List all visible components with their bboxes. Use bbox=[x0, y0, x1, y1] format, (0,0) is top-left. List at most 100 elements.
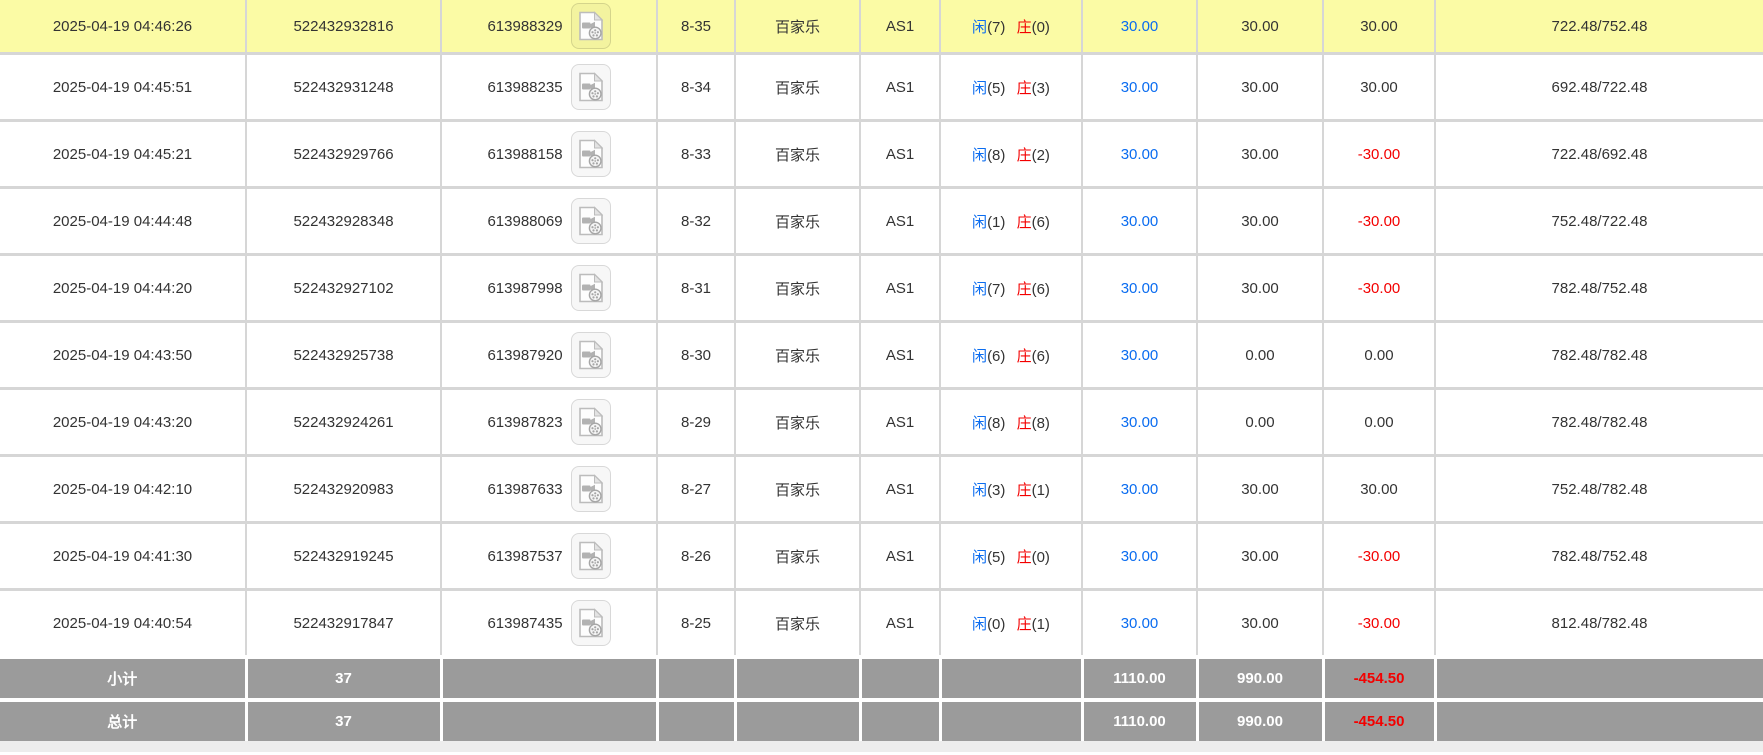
video-replay-button[interactable] bbox=[570, 3, 611, 49]
round-id: 613988069 bbox=[487, 212, 563, 230]
video-replay-button[interactable] bbox=[570, 198, 611, 244]
round-id-group: 613987435 bbox=[487, 600, 611, 646]
round-cell: 613987823 bbox=[441, 388, 658, 457]
valid-amount: 30.00 bbox=[1197, 455, 1324, 524]
round-id-group: 613988329 bbox=[487, 3, 611, 49]
banker-label: 庄 bbox=[1016, 18, 1032, 36]
bet-amount-link[interactable]: 30.00 bbox=[1082, 53, 1198, 122]
round-id-group: 613987823 bbox=[487, 399, 611, 445]
bet-history-table: 2025-04-19 04:46:26 522432932816 6139883… bbox=[0, 0, 1763, 741]
bet-time: 2025-04-19 04:43:20 bbox=[0, 388, 247, 457]
player-score: (6) bbox=[987, 347, 1006, 365]
valid-amount: 30.00 bbox=[1197, 589, 1324, 659]
round-id: 613987435 bbox=[487, 614, 563, 632]
round-cell: 613987435 bbox=[441, 589, 658, 659]
player-score: (8) bbox=[987, 146, 1006, 164]
empty-cell bbox=[657, 655, 737, 700]
video-replay-button[interactable] bbox=[570, 332, 611, 378]
bet-amount-link[interactable]: 30.00 bbox=[1082, 455, 1198, 524]
bet-record-row: 2025-04-19 04:43:20 522432924261 6139878… bbox=[0, 388, 1763, 457]
video-replay-button[interactable] bbox=[570, 64, 611, 110]
balance: 752.48/782.48 bbox=[1435, 455, 1763, 524]
bet-amount-link[interactable]: 30.00 bbox=[1082, 187, 1198, 256]
round-id: 613988329 bbox=[487, 17, 563, 35]
bet-history-page: 2025-04-19 04:46:26 522432932816 6139883… bbox=[0, 0, 1763, 752]
round-id-group: 613988235 bbox=[487, 64, 611, 110]
bet-time: 2025-04-19 04:44:20 bbox=[0, 254, 247, 323]
round-id: 613988158 bbox=[487, 145, 563, 163]
video-file-icon bbox=[578, 474, 603, 504]
bet-id: 522432925738 bbox=[246, 321, 442, 390]
game-result: 闲(6) 庄(6) bbox=[940, 321, 1083, 390]
empty-cell bbox=[441, 698, 659, 741]
round-id: 613988235 bbox=[487, 78, 563, 96]
video-replay-button[interactable] bbox=[570, 600, 611, 646]
player-score: (7) bbox=[987, 18, 1006, 36]
player-label: 闲 bbox=[972, 347, 988, 365]
game-result: 闲(0) 庄(1) bbox=[940, 589, 1083, 659]
video-replay-button[interactable] bbox=[570, 533, 611, 579]
page-background-strip bbox=[0, 741, 1763, 752]
empty-cell bbox=[860, 655, 942, 700]
bet-record-row: 2025-04-19 04:45:21 522432929766 6139881… bbox=[0, 120, 1763, 189]
empty-cell bbox=[940, 655, 1084, 700]
balance: 782.48/782.48 bbox=[1435, 388, 1763, 457]
player-label: 闲 bbox=[972, 18, 988, 36]
bet-id: 522432932816 bbox=[246, 0, 442, 55]
round-cell: 613987920 bbox=[441, 321, 658, 390]
bet-id: 522432919245 bbox=[246, 522, 442, 591]
shoe-round: 8-32 bbox=[657, 187, 736, 256]
video-file-icon bbox=[578, 72, 603, 102]
bet-amount-link[interactable]: 30.00 bbox=[1082, 120, 1198, 189]
bet-amount-link[interactable]: 30.00 bbox=[1082, 522, 1198, 591]
video-file-icon bbox=[578, 139, 603, 169]
banker-score: (3) bbox=[1031, 79, 1050, 97]
shoe-round: 8-25 bbox=[657, 589, 736, 659]
player-label: 闲 bbox=[972, 481, 988, 499]
game-name: 百家乐 bbox=[735, 187, 861, 256]
player-score: (5) bbox=[987, 548, 1006, 566]
bet-amount-link[interactable]: 30.00 bbox=[1082, 589, 1198, 659]
video-replay-button[interactable] bbox=[570, 131, 611, 177]
bet-amount-link[interactable]: 30.00 bbox=[1082, 388, 1198, 457]
round-id-group: 613987537 bbox=[487, 533, 611, 579]
table-name: AS1 bbox=[860, 388, 941, 457]
table-name: AS1 bbox=[860, 120, 941, 189]
empty-cell bbox=[860, 698, 942, 741]
bet-amount-link[interactable]: 30.00 bbox=[1082, 321, 1198, 390]
round-cell: 613988069 bbox=[441, 187, 658, 256]
empty-cell bbox=[657, 698, 737, 741]
win-loss: 0.00 bbox=[1323, 321, 1436, 390]
balance: 722.48/752.48 bbox=[1435, 0, 1763, 55]
bet-time: 2025-04-19 04:41:30 bbox=[0, 522, 247, 591]
player-label: 闲 bbox=[972, 280, 988, 298]
empty-cell bbox=[940, 698, 1084, 741]
table-name: AS1 bbox=[860, 254, 941, 323]
bet-record-row: 2025-04-19 04:46:26 522432932816 6139883… bbox=[0, 0, 1763, 55]
win-loss: -30.00 bbox=[1323, 254, 1436, 323]
bet-record-row: 2025-04-19 04:40:54 522432917847 6139874… bbox=[0, 589, 1763, 659]
shoe-round: 8-30 bbox=[657, 321, 736, 390]
video-replay-button[interactable] bbox=[570, 265, 611, 311]
game-name: 百家乐 bbox=[735, 0, 861, 55]
game-name: 百家乐 bbox=[735, 388, 861, 457]
bet-id: 522432927102 bbox=[246, 254, 442, 323]
bet-record-row: 2025-04-19 04:43:50 522432925738 6139879… bbox=[0, 321, 1763, 390]
subtotal-row: 小计 37 1110.00 990.00 -454.50 bbox=[0, 655, 1763, 700]
game-name: 百家乐 bbox=[735, 120, 861, 189]
bet-id: 522432929766 bbox=[246, 120, 442, 189]
valid-amount: 30.00 bbox=[1197, 53, 1324, 122]
table-name: AS1 bbox=[860, 455, 941, 524]
round-id-group: 613987633 bbox=[487, 466, 611, 512]
balance: 782.48/752.48 bbox=[1435, 522, 1763, 591]
game-result: 闲(8) 庄(2) bbox=[940, 120, 1083, 189]
video-replay-button[interactable] bbox=[570, 399, 611, 445]
round-id: 613987920 bbox=[487, 346, 563, 364]
bet-amount-link[interactable]: 30.00 bbox=[1082, 0, 1198, 55]
player-score: (0) bbox=[987, 615, 1006, 633]
summary-rows: 小计 37 1110.00 990.00 -454.50 总计 37 1110.… bbox=[0, 655, 1763, 741]
video-replay-button[interactable] bbox=[570, 466, 611, 512]
banker-label: 庄 bbox=[1016, 347, 1032, 365]
shoe-round: 8-29 bbox=[657, 388, 736, 457]
bet-amount-link[interactable]: 30.00 bbox=[1082, 254, 1198, 323]
